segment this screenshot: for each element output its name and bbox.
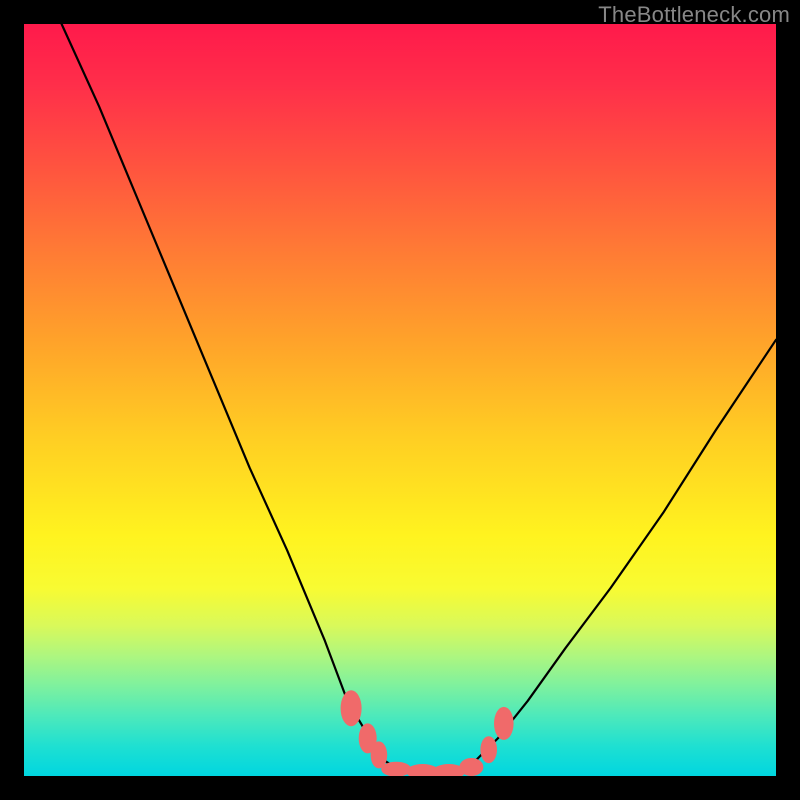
marker-left-stem-lower: [371, 741, 388, 768]
marker-valley-bead-1: [381, 762, 411, 776]
watermark-text: TheBottleneck.com: [598, 2, 790, 28]
series-right-curve: [475, 340, 776, 761]
marker-right-stem-upper: [494, 707, 514, 740]
marker-right-stem-lower: [480, 736, 497, 763]
marker-left-stem-upper: [341, 690, 362, 726]
series-left-curve: [62, 24, 385, 761]
outer-frame: TheBottleneck.com: [0, 0, 800, 800]
chart-svg: [24, 24, 776, 776]
series-group: [62, 24, 776, 772]
marker-group: [341, 690, 514, 776]
marker-valley-bead-4: [459, 758, 483, 776]
plot-area: [24, 24, 776, 776]
